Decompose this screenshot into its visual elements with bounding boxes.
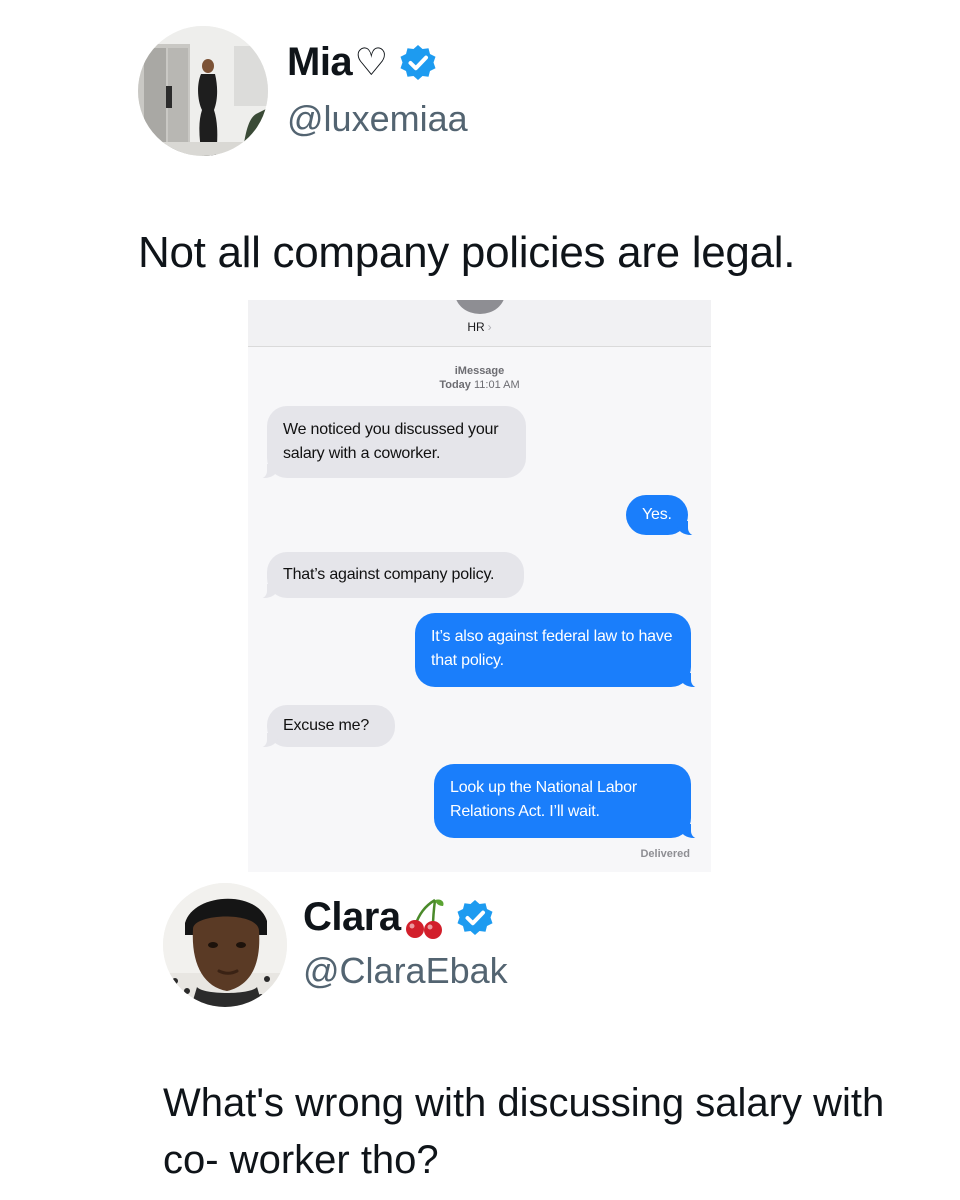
tweet-text: Not all company policies are legal. <box>138 228 796 277</box>
verified-badge-icon[interactable] <box>398 43 438 83</box>
message-text: That’s against company policy. <box>283 566 495 583</box>
message-text: Yes. <box>642 506 672 523</box>
timestamp-time: 11:01 AM <box>473 379 520 391</box>
display-name-row: Mia ♡ <box>287 40 438 85</box>
tweet-text: What's wrong with discussing salary with… <box>163 1081 885 1182</box>
user-handle[interactable]: @ClaraEbak <box>303 950 508 992</box>
message-bubble-incoming: Excuse me? <box>257 705 395 748</box>
avatar-mia[interactable] <box>138 26 268 156</box>
imessage-screenshot: HR › iMessage Today 11:01 AM We noticed y… <box>248 300 711 872</box>
user-handle[interactable]: @luxemiaa <box>287 98 468 140</box>
contact-name-row: HR › <box>248 320 711 334</box>
contact-avatar <box>455 300 505 314</box>
display-name[interactable]: Mia <box>287 40 353 85</box>
display-name-row: Clara <box>303 895 495 940</box>
profile-photo <box>138 26 268 156</box>
message-bubble-outgoing: It’s also against federal law to have th… <box>415 613 701 688</box>
display-name[interactable]: Clara <box>303 895 401 940</box>
profile-photo <box>163 883 287 1007</box>
conversation-header: HR › <box>248 300 711 347</box>
message-bubble-outgoing: Yes. <box>626 495 698 536</box>
chevron-right-icon: › <box>487 320 492 334</box>
message-text: Excuse me? <box>283 717 370 734</box>
message-bubble-outgoing: Look up the National Labor Relations Act… <box>434 764 701 839</box>
message-text: Look up the National Labor Relations Act… <box>450 779 637 820</box>
timestamp-day: Today <box>439 379 471 391</box>
heart-outline-icon: ♡ <box>354 42 388 84</box>
message-timestamp: Today 11:01 AM <box>248 379 711 392</box>
message-text: It’s also against federal law to have th… <box>431 628 673 669</box>
delivery-status: Delivered <box>640 848 690 860</box>
cherries-icon <box>405 898 444 939</box>
verified-badge-icon[interactable] <box>455 898 495 938</box>
service-label: iMessage <box>454 365 505 377</box>
avatar-clara[interactable] <box>163 883 287 1007</box>
message-bubble-incoming: We noticed you discussed your salary wit… <box>257 406 526 479</box>
contact-name: HR <box>467 320 485 334</box>
message-text: We noticed you discussed your salary wit… <box>283 421 499 462</box>
message-bubble-incoming: That’s against company policy. <box>257 552 524 599</box>
